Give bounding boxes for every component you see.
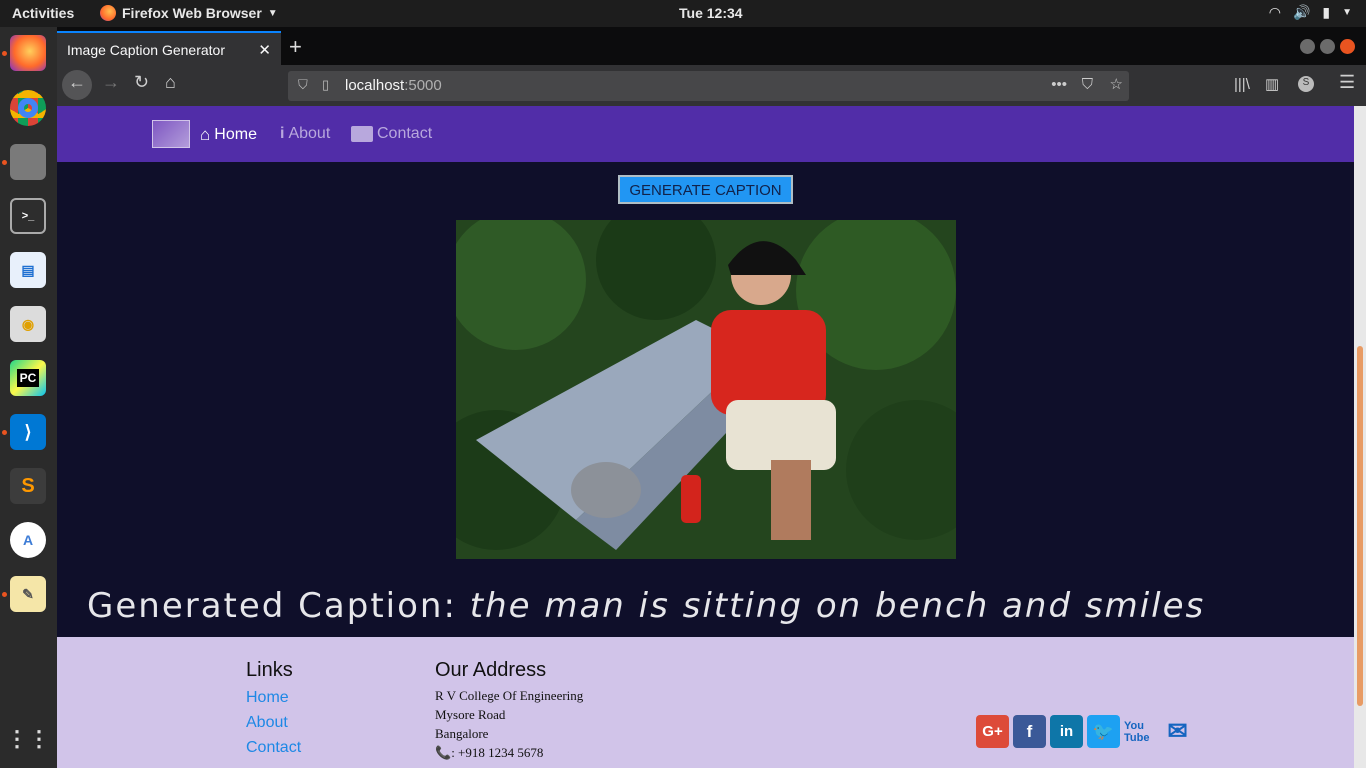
url-host: localhost (345, 77, 405, 94)
android-studio-dock-icon[interactable]: A (10, 522, 46, 558)
nav-about[interactable]: i About (280, 125, 330, 143)
terminal-dock-icon[interactable]: >_ (10, 198, 46, 234)
url-bar[interactable]: ⛉ ▯ localhost:5000 ••• ⛉ ☆ (288, 71, 1129, 101)
sidebar-icon[interactable]: ▥ (1265, 75, 1279, 93)
account-icon[interactable]: S (1298, 76, 1314, 92)
address-line: R V College Of Engineering (435, 688, 584, 703)
forward-button[interactable]: → (102, 72, 120, 93)
minimize-button[interactable] (1300, 39, 1315, 54)
show-apps-icon[interactable]: ⋮⋮ (6, 721, 50, 757)
firefox-dock-icon[interactable] (10, 35, 46, 71)
info-icon: i (280, 125, 285, 142)
mail-icon[interactable]: ✉ (1161, 715, 1194, 748)
social-links: G+ f in 🐦 You Tube ✉ (976, 715, 1194, 748)
browser-toolbar: ← → ↻ ⌂ ⛉ ▯ localhost:5000 ••• ⛉ ☆ |||\ … (57, 65, 1366, 106)
caption-text: the man is sitting on bench and smiles (469, 586, 1206, 626)
chevron-down-icon: ▼ (267, 7, 278, 19)
footer-link-home[interactable]: Home (246, 689, 301, 707)
browser-tab[interactable]: Image Caption Generator ✕ (57, 31, 281, 65)
caption-prefix: Generated Caption: (87, 586, 457, 626)
app-menu[interactable]: Firefox Web Browser ▼ (100, 5, 278, 21)
rhythmbox-dock-icon[interactable]: ◉ (10, 306, 46, 342)
writer-dock-icon[interactable]: ▤ (10, 252, 46, 288)
close-window-button[interactable] (1340, 39, 1355, 54)
generate-caption-button[interactable]: GENERATE CAPTION (618, 175, 793, 204)
nav-about-label: About (288, 125, 331, 142)
uploaded-photo (456, 220, 956, 559)
wifi-icon: ◠ (1268, 4, 1281, 20)
home-button[interactable]: ⌂ (165, 72, 176, 93)
vscode-dock-icon[interactable]: ⟩ (10, 414, 46, 450)
page-scrollbar[interactable] (1354, 106, 1366, 768)
running-indicator (2, 592, 7, 597)
site-logo[interactable] (152, 120, 190, 148)
scrollbar-thumb[interactable] (1357, 346, 1363, 706)
battery-icon: ▮ (1322, 4, 1331, 20)
page-info-icon: ▯ (322, 77, 330, 92)
address-heading: Our Address (435, 659, 547, 681)
sublime-dock-icon[interactable]: S (10, 468, 46, 504)
footer-link-contact[interactable]: Contact (246, 739, 301, 757)
address-line: Bangalore (435, 726, 489, 741)
new-tab-button[interactable]: + (289, 34, 302, 60)
linkedin-icon[interactable]: in (1050, 715, 1083, 748)
site-navbar: ⌂ Home i About Contact (57, 106, 1354, 162)
files-dock-icon[interactable] (10, 144, 46, 180)
home-icon: ⌂ (200, 125, 211, 144)
system-top-bar: Activities Firefox Web Browser ▼ Tue 12:… (0, 0, 1366, 27)
url-port: :5000 (404, 77, 442, 94)
menu-icon[interactable]: ☰ (1339, 72, 1355, 93)
running-indicator (2, 160, 7, 165)
page-actions-icon[interactable]: ••• (1051, 76, 1067, 93)
footer-link-about[interactable]: About (246, 714, 301, 732)
twitter-icon[interactable]: 🐦 (1087, 715, 1120, 748)
pycharm-dock-icon[interactable]: PC (10, 360, 46, 396)
text-editor-dock-icon[interactable]: ✎ (10, 576, 46, 612)
links-heading: Links (246, 659, 293, 681)
nav-contact-label: Contact (377, 125, 433, 142)
site-footer: Links Home About Contact Our Address R V… (57, 637, 1354, 768)
chevron-down-icon: ▼ (1342, 7, 1352, 18)
dock: >_ ▤ ◉ PC ⟩ S A ✎ ⋮⋮ (0, 27, 57, 768)
google-plus-icon[interactable]: G+ (976, 715, 1009, 748)
running-indicator (2, 430, 7, 435)
phone-number: : +918 1234 5678 (451, 745, 544, 760)
footer-links: Links Home About Contact (246, 659, 301, 757)
generated-caption: Generated Caption: the man is sitting on… (87, 586, 1327, 626)
clock[interactable]: Tue 12:34 (679, 5, 743, 21)
footer-address: Our Address R V College Of Engineering M… (435, 659, 583, 761)
app-name: Firefox Web Browser (122, 5, 262, 21)
tab-bar: Image Caption Generator ✕ + (57, 27, 1366, 65)
phone-icon: 📞 (435, 745, 452, 760)
youtube-icon[interactable]: You Tube (1124, 715, 1157, 748)
chrome-dock-icon[interactable] (10, 90, 46, 126)
bookmark-star-icon[interactable]: ☆ (1110, 75, 1123, 93)
close-tab-icon[interactable]: ✕ (258, 41, 271, 59)
pocket-icon[interactable]: ⛉ (1082, 76, 1093, 93)
address-line: Mysore Road (435, 707, 506, 722)
facebook-icon[interactable]: f (1013, 715, 1046, 748)
maximize-button[interactable] (1320, 39, 1335, 54)
running-indicator (2, 51, 7, 56)
back-button[interactable]: ← (62, 70, 92, 100)
tab-title: Image Caption Generator (67, 42, 225, 58)
reload-button[interactable]: ↻ (134, 72, 149, 93)
nav-home-label: Home (214, 126, 257, 143)
firefox-icon (100, 5, 116, 21)
shield-icon: ⛉ (298, 77, 308, 92)
phone-line: 📞: +918 1234 5678 (435, 745, 583, 761)
address-card-icon (351, 126, 373, 142)
nav-home[interactable]: ⌂ Home (200, 125, 257, 145)
page-viewport: ⌂ Home i About Contact GENERATE CAPTION Ge… (57, 106, 1354, 768)
system-tray[interactable]: ◠ 🔊 ▮ ▼ (1269, 4, 1352, 21)
nav-contact[interactable]: Contact (351, 125, 432, 143)
library-icon[interactable]: |||\ (1234, 76, 1250, 93)
activities-button[interactable]: Activities (12, 5, 74, 21)
volume-icon: 🔊 (1292, 4, 1311, 20)
